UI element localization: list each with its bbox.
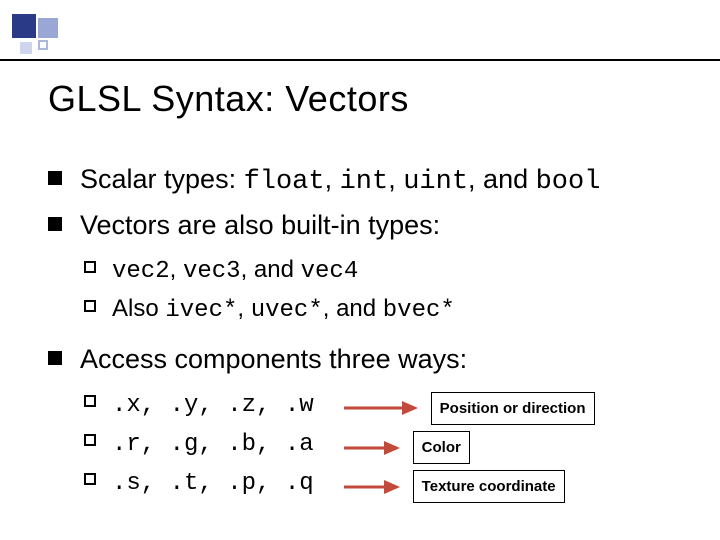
sub-bullet-list: .x, .y, .z, .w Position or direction .r,… bbox=[80, 385, 690, 503]
access-row-xyzw: .x, .y, .z, .w Position or direction bbox=[80, 385, 690, 424]
text: Scalar types: bbox=[80, 164, 244, 194]
code-ivec: ivec* bbox=[165, 297, 237, 324]
deco-square bbox=[38, 40, 48, 50]
code-bool: bool bbox=[536, 167, 601, 197]
arrow-icon bbox=[340, 476, 400, 498]
text: Also bbox=[112, 295, 165, 322]
deco-square bbox=[20, 42, 32, 54]
code-uvec: uvec* bbox=[251, 297, 323, 324]
label-color: Color bbox=[413, 431, 470, 464]
text: Vectors are also built-in types: bbox=[80, 210, 440, 240]
text: , bbox=[388, 164, 403, 194]
arrow-icon bbox=[340, 397, 418, 419]
text: , and bbox=[323, 295, 383, 322]
arrow-icon bbox=[340, 437, 400, 459]
text: , bbox=[170, 256, 183, 283]
bullet-scalar-types: Scalar types: float, int, uint, and bool bbox=[48, 160, 690, 202]
text: , bbox=[237, 295, 250, 322]
bullet-vectors-builtin: Vectors are also built-in types: vec2, v… bbox=[48, 206, 690, 330]
code-bvec: bvec* bbox=[383, 297, 455, 324]
deco-square bbox=[38, 18, 58, 38]
code-int: int bbox=[340, 167, 389, 197]
label-texture-coordinate: Texture coordinate bbox=[413, 470, 565, 503]
swizzle-xyzw: .x, .y, .z, .w bbox=[112, 387, 314, 424]
code-vec3: vec3 bbox=[183, 258, 241, 285]
sub-bullet-also: Also ivec*, uvec*, and bvec* bbox=[80, 290, 690, 329]
sub-bullet-list: vec2, vec3, and vec4 Also ivec*, uvec*, … bbox=[80, 251, 690, 329]
swizzle-rgba: .r, .g, .b, .a bbox=[112, 426, 314, 463]
deco-square bbox=[12, 14, 36, 38]
access-row-rgba: .r, .g, .b, .a Color bbox=[80, 424, 690, 463]
text: , bbox=[325, 164, 340, 194]
code-vec2: vec2 bbox=[112, 258, 170, 285]
slide-title: GLSL Syntax: Vectors bbox=[48, 78, 409, 120]
bullet-list: Scalar types: float, int, uint, and bool… bbox=[48, 160, 690, 502]
text: Access components three ways: bbox=[80, 344, 467, 374]
bullet-access: Access components three ways: .x, .y, .z… bbox=[48, 340, 690, 503]
horizontal-rule bbox=[0, 59, 720, 61]
slide: GLSL Syntax: Vectors Scalar types: float… bbox=[0, 0, 720, 540]
access-row-stpq: .s, .t, .p, .q Texture coordinate bbox=[80, 463, 690, 502]
slide-body: Scalar types: float, int, uint, and bool… bbox=[48, 160, 690, 512]
code-float: float bbox=[244, 167, 325, 197]
code-uint: uint bbox=[403, 167, 468, 197]
code-vec4: vec4 bbox=[301, 258, 359, 285]
swizzle-stpq: .s, .t, .p, .q bbox=[112, 465, 314, 502]
label-position-or-direction: Position or direction bbox=[431, 392, 595, 425]
arrow-label-position: Position or direction bbox=[340, 389, 595, 426]
text: , and bbox=[241, 256, 301, 283]
text: , and bbox=[468, 164, 536, 194]
arrow-label-color: Color bbox=[340, 428, 470, 465]
arrow-label-texture: Texture coordinate bbox=[340, 467, 565, 504]
sub-bullet-vec: vec2, vec3, and vec4 bbox=[80, 251, 690, 290]
